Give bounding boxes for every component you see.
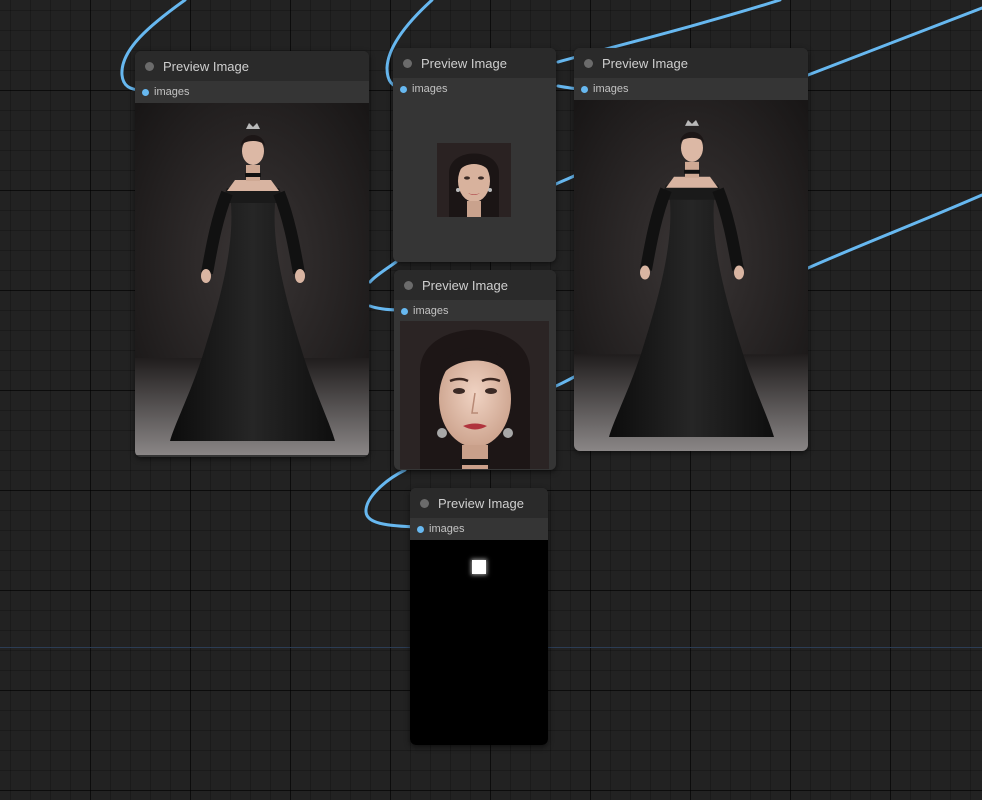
woman-in-black-gown-image (574, 100, 808, 451)
link-mid-2 (554, 375, 576, 388)
preview-image-node-2[interactable]: Preview Image images (393, 48, 556, 262)
node-title-bar[interactable]: Preview Image (393, 48, 556, 78)
input-slot-label: images (429, 523, 465, 535)
node-title: Preview Image (422, 277, 508, 293)
small-face-crop-image (437, 143, 511, 217)
collapse-dot-icon[interactable] (420, 498, 429, 508)
image-preview (437, 143, 511, 217)
input-slot-images[interactable]: images (393, 78, 556, 100)
collapse-dot-icon[interactable] (145, 61, 154, 71)
input-slot-dot-icon[interactable] (401, 307, 408, 315)
preview-image-node-5[interactable]: Preview Image images (410, 488, 548, 745)
node-title: Preview Image (602, 55, 688, 71)
preview-image-node-4[interactable]: Preview Image images (394, 270, 556, 470)
image-preview (135, 103, 369, 455)
image-preview (400, 321, 549, 469)
node-title: Preview Image (163, 58, 249, 74)
input-slot-images[interactable]: images (574, 78, 808, 100)
preview-image-node-1[interactable]: Preview Image images (135, 51, 369, 457)
node-title: Preview Image (438, 495, 524, 511)
input-slot-label: images (412, 83, 448, 95)
node-title-bar[interactable]: Preview Image (574, 48, 808, 78)
input-slot-dot-icon[interactable] (581, 85, 588, 93)
node-title-bar[interactable]: Preview Image (410, 488, 548, 518)
image-preview (410, 540, 548, 745)
close-up-face-image (400, 321, 549, 469)
input-slot-label: images (154, 86, 190, 98)
graph-canvas[interactable]: Preview Image images Preview Image image… (0, 0, 982, 800)
image-preview (574, 100, 808, 451)
input-slot-dot-icon[interactable] (417, 525, 424, 533)
woman-in-black-gown-image (135, 103, 369, 455)
link-to-node-3-mid (806, 193, 982, 270)
node-title-bar[interactable]: Preview Image (394, 270, 556, 300)
collapse-dot-icon[interactable] (404, 280, 413, 290)
input-slot-dot-icon[interactable] (142, 88, 149, 96)
input-slot-label: images (413, 305, 449, 317)
input-slot-images[interactable]: images (410, 518, 548, 540)
link-to-node-3-top (806, 6, 982, 77)
node-title: Preview Image (421, 55, 507, 71)
preview-image-node-3[interactable]: Preview Image images (574, 48, 808, 451)
input-slot-dot-icon[interactable] (400, 85, 407, 93)
input-slot-label: images (593, 83, 629, 95)
input-slot-images[interactable]: images (135, 81, 369, 103)
node-title-bar[interactable]: Preview Image (135, 51, 369, 81)
mask-white-square (472, 560, 486, 574)
collapse-dot-icon[interactable] (584, 58, 593, 68)
collapse-dot-icon[interactable] (403, 58, 412, 68)
link-mid-1 (554, 174, 576, 186)
input-slot-images[interactable]: images (394, 300, 556, 322)
